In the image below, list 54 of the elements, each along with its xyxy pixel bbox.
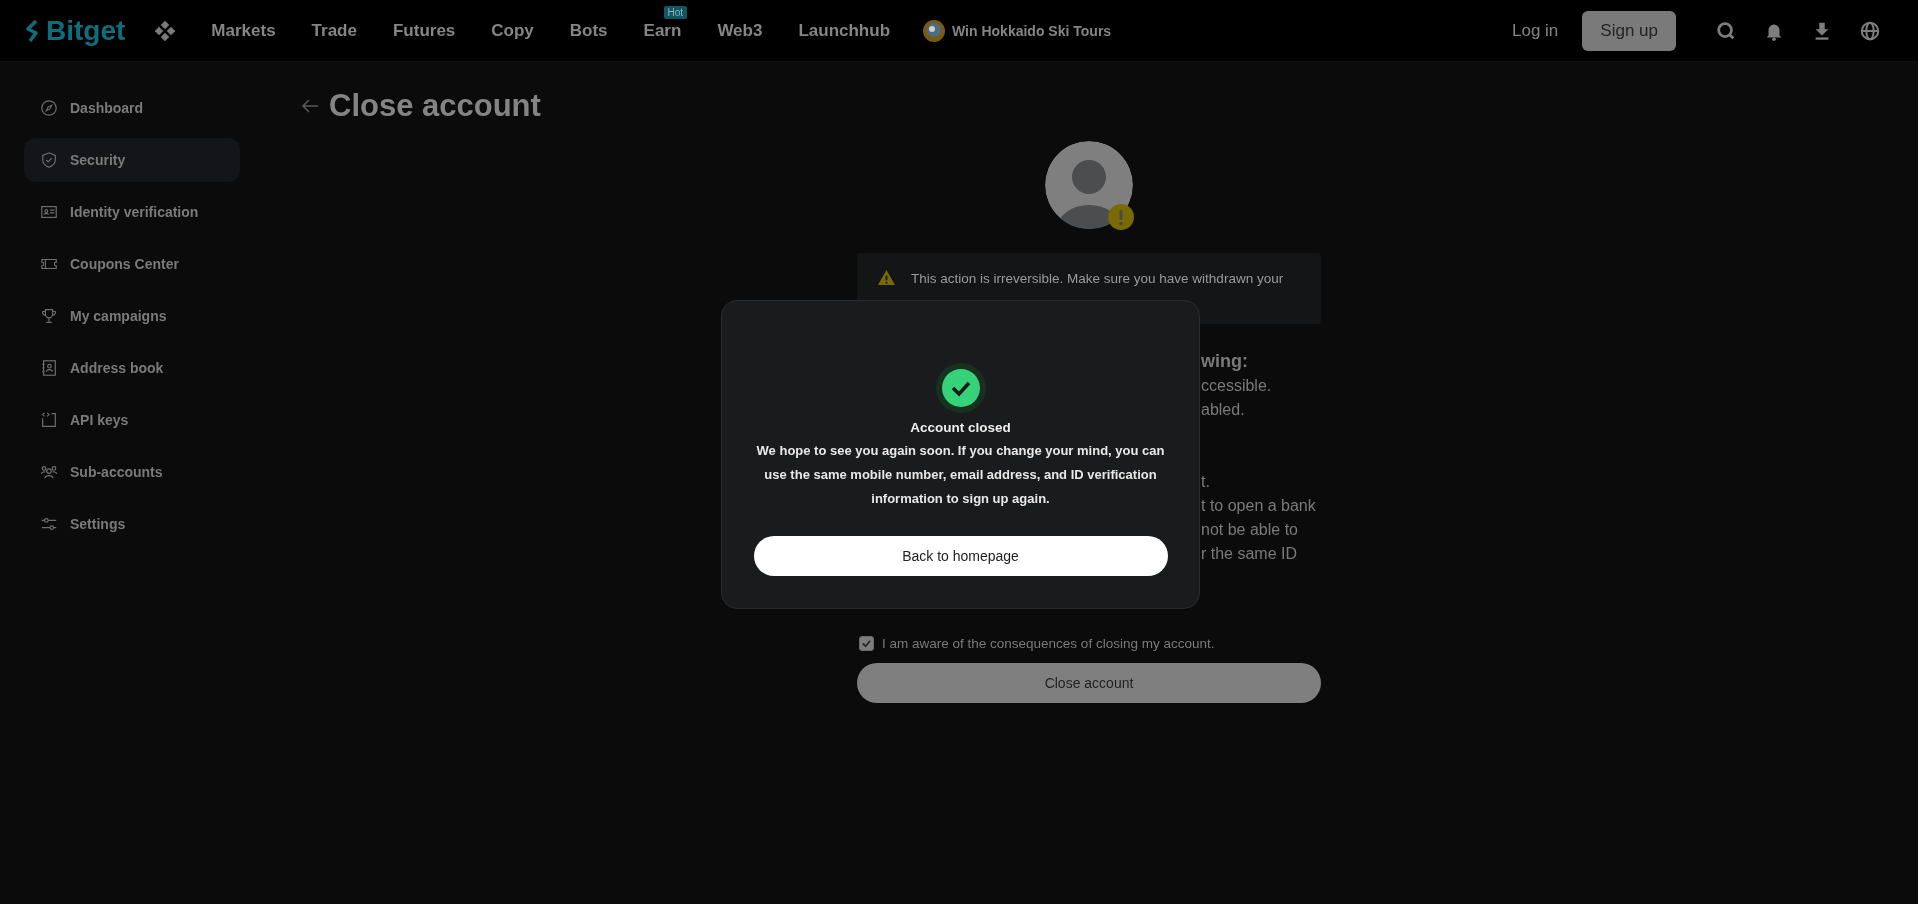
checkbox[interactable] <box>859 636 874 651</box>
section-heading: wing: <box>1201 350 1249 373</box>
sidebar-item[interactable]: Security <box>24 138 240 182</box>
nav-link[interactable]: Markets <box>211 20 276 40</box>
consent-label: I am aware of the consequences of closing my account. <box>882 636 1215 651</box>
nav-link[interactable]: Web3 <box>717 20 763 40</box>
dialog-message: We hope to see you again soon. If you change your mind, you can use the same mobile number, email address, and ID verification information to sign up again. <box>755 442 1166 508</box>
nav-link[interactable]: Futures <box>392 20 456 40</box>
nav-link[interactable]: Earn <box>643 20 682 40</box>
sidebar-item[interactable]: My campaigns <box>24 294 240 338</box>
logo-text: Bitget <box>46 14 126 47</box>
sidebar-item[interactable]: Identity verification <box>24 190 240 234</box>
nav-link[interactable]: Launchhub <box>798 20 891 40</box>
sidebar-item[interactable]: Settings <box>24 502 240 546</box>
compass-icon <box>40 99 58 117</box>
consequence-text: t. <box>1201 472 1211 492</box>
checkmark-icon <box>861 638 872 649</box>
promo-link[interactable]: Win Hokkaido Ski Tours <box>922 18 1112 43</box>
signup-button[interactable]: Sign up <box>1582 10 1676 51</box>
sidebar-item[interactable]: API keys <box>24 398 240 442</box>
shield-icon <box>40 151 58 169</box>
id-card-icon <box>40 203 58 221</box>
nav-link[interactable]: Trade <box>311 20 357 40</box>
sidebar-item[interactable]: Coupons Center <box>24 242 240 286</box>
sidebar-item[interactable]: Address book <box>24 346 240 390</box>
consequence-text: not be able to <box>1201 520 1299 540</box>
code-bracket-icon <box>40 411 58 429</box>
consequence-text: abled. <box>1201 400 1246 420</box>
consequence-text: t to open a bank <box>1201 496 1317 516</box>
warning-icon <box>877 269 896 286</box>
nav-link[interactable]: Bots <box>569 20 608 40</box>
trophy-icon <box>40 307 58 325</box>
close-account-button[interactable]: Close account <box>857 663 1321 703</box>
dialog-title: Account closed <box>910 420 1011 435</box>
exclamation-badge-icon <box>1108 204 1134 230</box>
login-link[interactable]: Log in <box>1512 20 1559 41</box>
sidebar-item[interactable]: Sub-accounts <box>24 450 240 494</box>
hot-badge: Hot <box>663 5 688 19</box>
back-to-homepage-button[interactable]: Back to homepage <box>753 536 1168 576</box>
sidebar-item[interactable]: Dashboard <box>24 86 240 130</box>
warning-text: This action is irreversible. Make sure you have withdrawn your <box>911 270 1284 288</box>
apps-grid-icon[interactable] <box>155 20 176 41</box>
logo[interactable]: Bitget <box>24 14 126 47</box>
contact-book-icon <box>40 359 58 377</box>
consequence-text: ccessible. <box>1201 376 1273 396</box>
users-icon <box>40 463 58 481</box>
nav-link[interactable]: Copy <box>491 20 534 40</box>
globe-icon[interactable] <box>1859 19 1881 42</box>
mascot-badge-icon <box>922 18 947 43</box>
page-title: Close account <box>329 88 541 124</box>
sliders-icon <box>40 515 58 533</box>
success-check-icon <box>935 363 986 413</box>
search-icon[interactable] <box>1715 19 1737 42</box>
consequence-text: r the same ID <box>1201 544 1299 564</box>
